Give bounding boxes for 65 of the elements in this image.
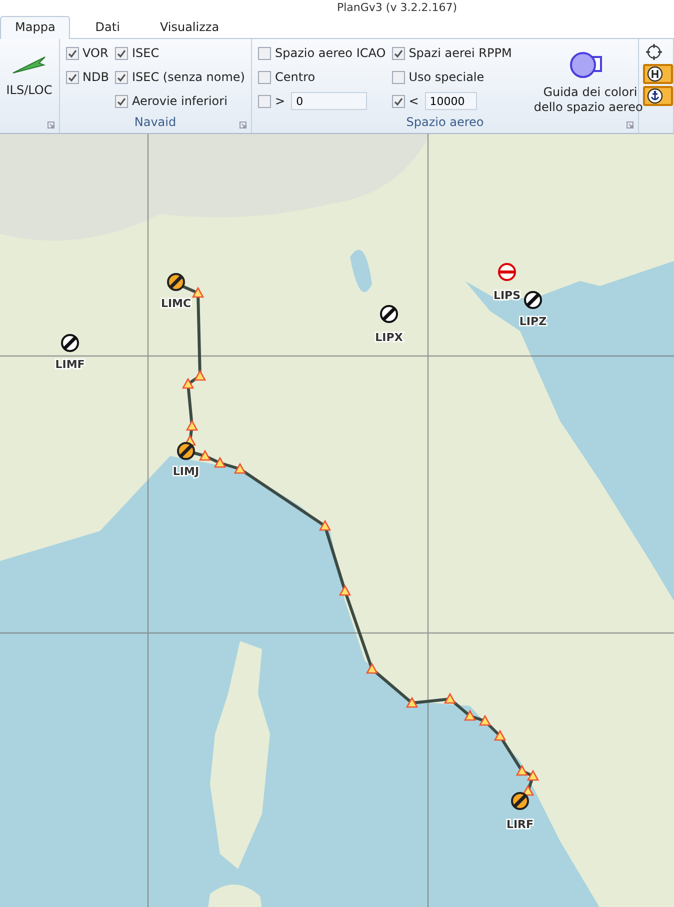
checkmark-icon: [68, 48, 77, 58]
ribbon-tab[interactable]: Visualizza: [144, 16, 234, 38]
waypoint-triangle-icon[interactable]: [366, 662, 378, 674]
checkmark-icon: [116, 96, 126, 106]
ribbon-tab[interactable]: Dati: [80, 16, 135, 38]
checkbox[interactable]: VOR: [66, 43, 109, 63]
airport-code-label: LIMJ: [172, 465, 200, 478]
map-toggle-button[interactable]: [643, 86, 673, 106]
waypoint-triangle-icon[interactable]: [214, 456, 226, 468]
airport-code-label: LIPX: [375, 331, 403, 344]
airport-code-label: LIMF: [55, 358, 85, 371]
checkbox[interactable]: Uso speciale: [392, 67, 484, 87]
island-shape: [208, 884, 262, 907]
waypoint-triangle-icon[interactable]: [234, 462, 246, 474]
airspace-color-guide-button[interactable]: Guida dei colori dello spazio aereo: [532, 43, 645, 115]
crosshair-icon: [646, 44, 662, 60]
waypoint-triangle-icon[interactable]: [198, 450, 212, 461]
checkmark-icon: [394, 96, 403, 106]
waypoint-triangle-icon[interactable]: [192, 286, 204, 298]
checkmark-icon: [116, 72, 126, 82]
checkbox[interactable]: Spazi aerei RPPM: [392, 43, 512, 63]
airport-icon[interactable]: [177, 442, 195, 460]
airport-icon[interactable]: [524, 291, 542, 309]
lake-shape: [350, 250, 372, 292]
altitude-input-field[interactable]: 10000: [424, 92, 477, 110]
waypoint-triangle-icon[interactable]: [526, 770, 540, 781]
checkmark-icon: [394, 48, 403, 58]
window-title: PlanGv3 (v 3.2.2.167): [336, 1, 457, 14]
waypoint-triangle-icon[interactable]: [182, 378, 194, 389]
checkbox[interactable]: <: [392, 91, 419, 111]
map-toggle-button[interactable]: [643, 64, 673, 84]
waypoint-triangle-icon[interactable]: [516, 764, 528, 776]
ribbon-tab[interactable]: Mappa: [0, 16, 70, 39]
waypoint-triangle-icon[interactable]: [444, 692, 456, 704]
checkbox[interactable]: Centro: [258, 67, 316, 87]
waypoint-triangle-icon[interactable]: [194, 370, 206, 381]
airport-code-label: LIPS: [493, 289, 521, 302]
waypoint-triangle-icon[interactable]: [186, 420, 198, 431]
anchor-icon: [647, 88, 663, 104]
airport-icon[interactable]: [61, 334, 79, 352]
checkbox[interactable]: NDB: [66, 67, 109, 87]
airport-icon[interactable]: [380, 305, 398, 323]
waypoint-triangle-icon[interactable]: [494, 730, 506, 741]
airport-code-label: LIPZ: [519, 315, 547, 328]
airport-code-label: LIMC: [160, 297, 192, 310]
waypoint-triangle-icon[interactable]: [478, 714, 492, 726]
checkbox[interactable]: ISEC: [114, 43, 245, 63]
waypoint-triangle-icon[interactable]: [406, 696, 418, 708]
group-label: Spazio aereo: [406, 115, 484, 129]
checkbox[interactable]: Spazio aereo ICAO: [258, 43, 386, 63]
airport-icon[interactable]: [511, 792, 529, 810]
airport-code-label: LIRF: [506, 818, 534, 831]
checkbox[interactable]: >: [258, 91, 286, 111]
checkmark-icon: [68, 72, 77, 82]
helipad-icon: [647, 66, 663, 82]
checkmark-icon: [116, 48, 126, 58]
waypoint-triangle-icon[interactable]: [338, 584, 352, 596]
group-label: Navaid: [134, 115, 176, 129]
ils-loc-button[interactable]: ILS/LOC: [6, 39, 52, 97]
checkbox[interactable]: ISEC (senza nome): [114, 67, 245, 87]
airport-icon[interactable]: [167, 273, 185, 291]
waypoint-triangle-icon[interactable]: [464, 710, 476, 721]
checkbox[interactable]: Aerovie inferiori: [114, 91, 245, 111]
waypoint-triangle-icon[interactable]: [318, 520, 332, 531]
altitude-input-field[interactable]: 0: [291, 92, 368, 110]
